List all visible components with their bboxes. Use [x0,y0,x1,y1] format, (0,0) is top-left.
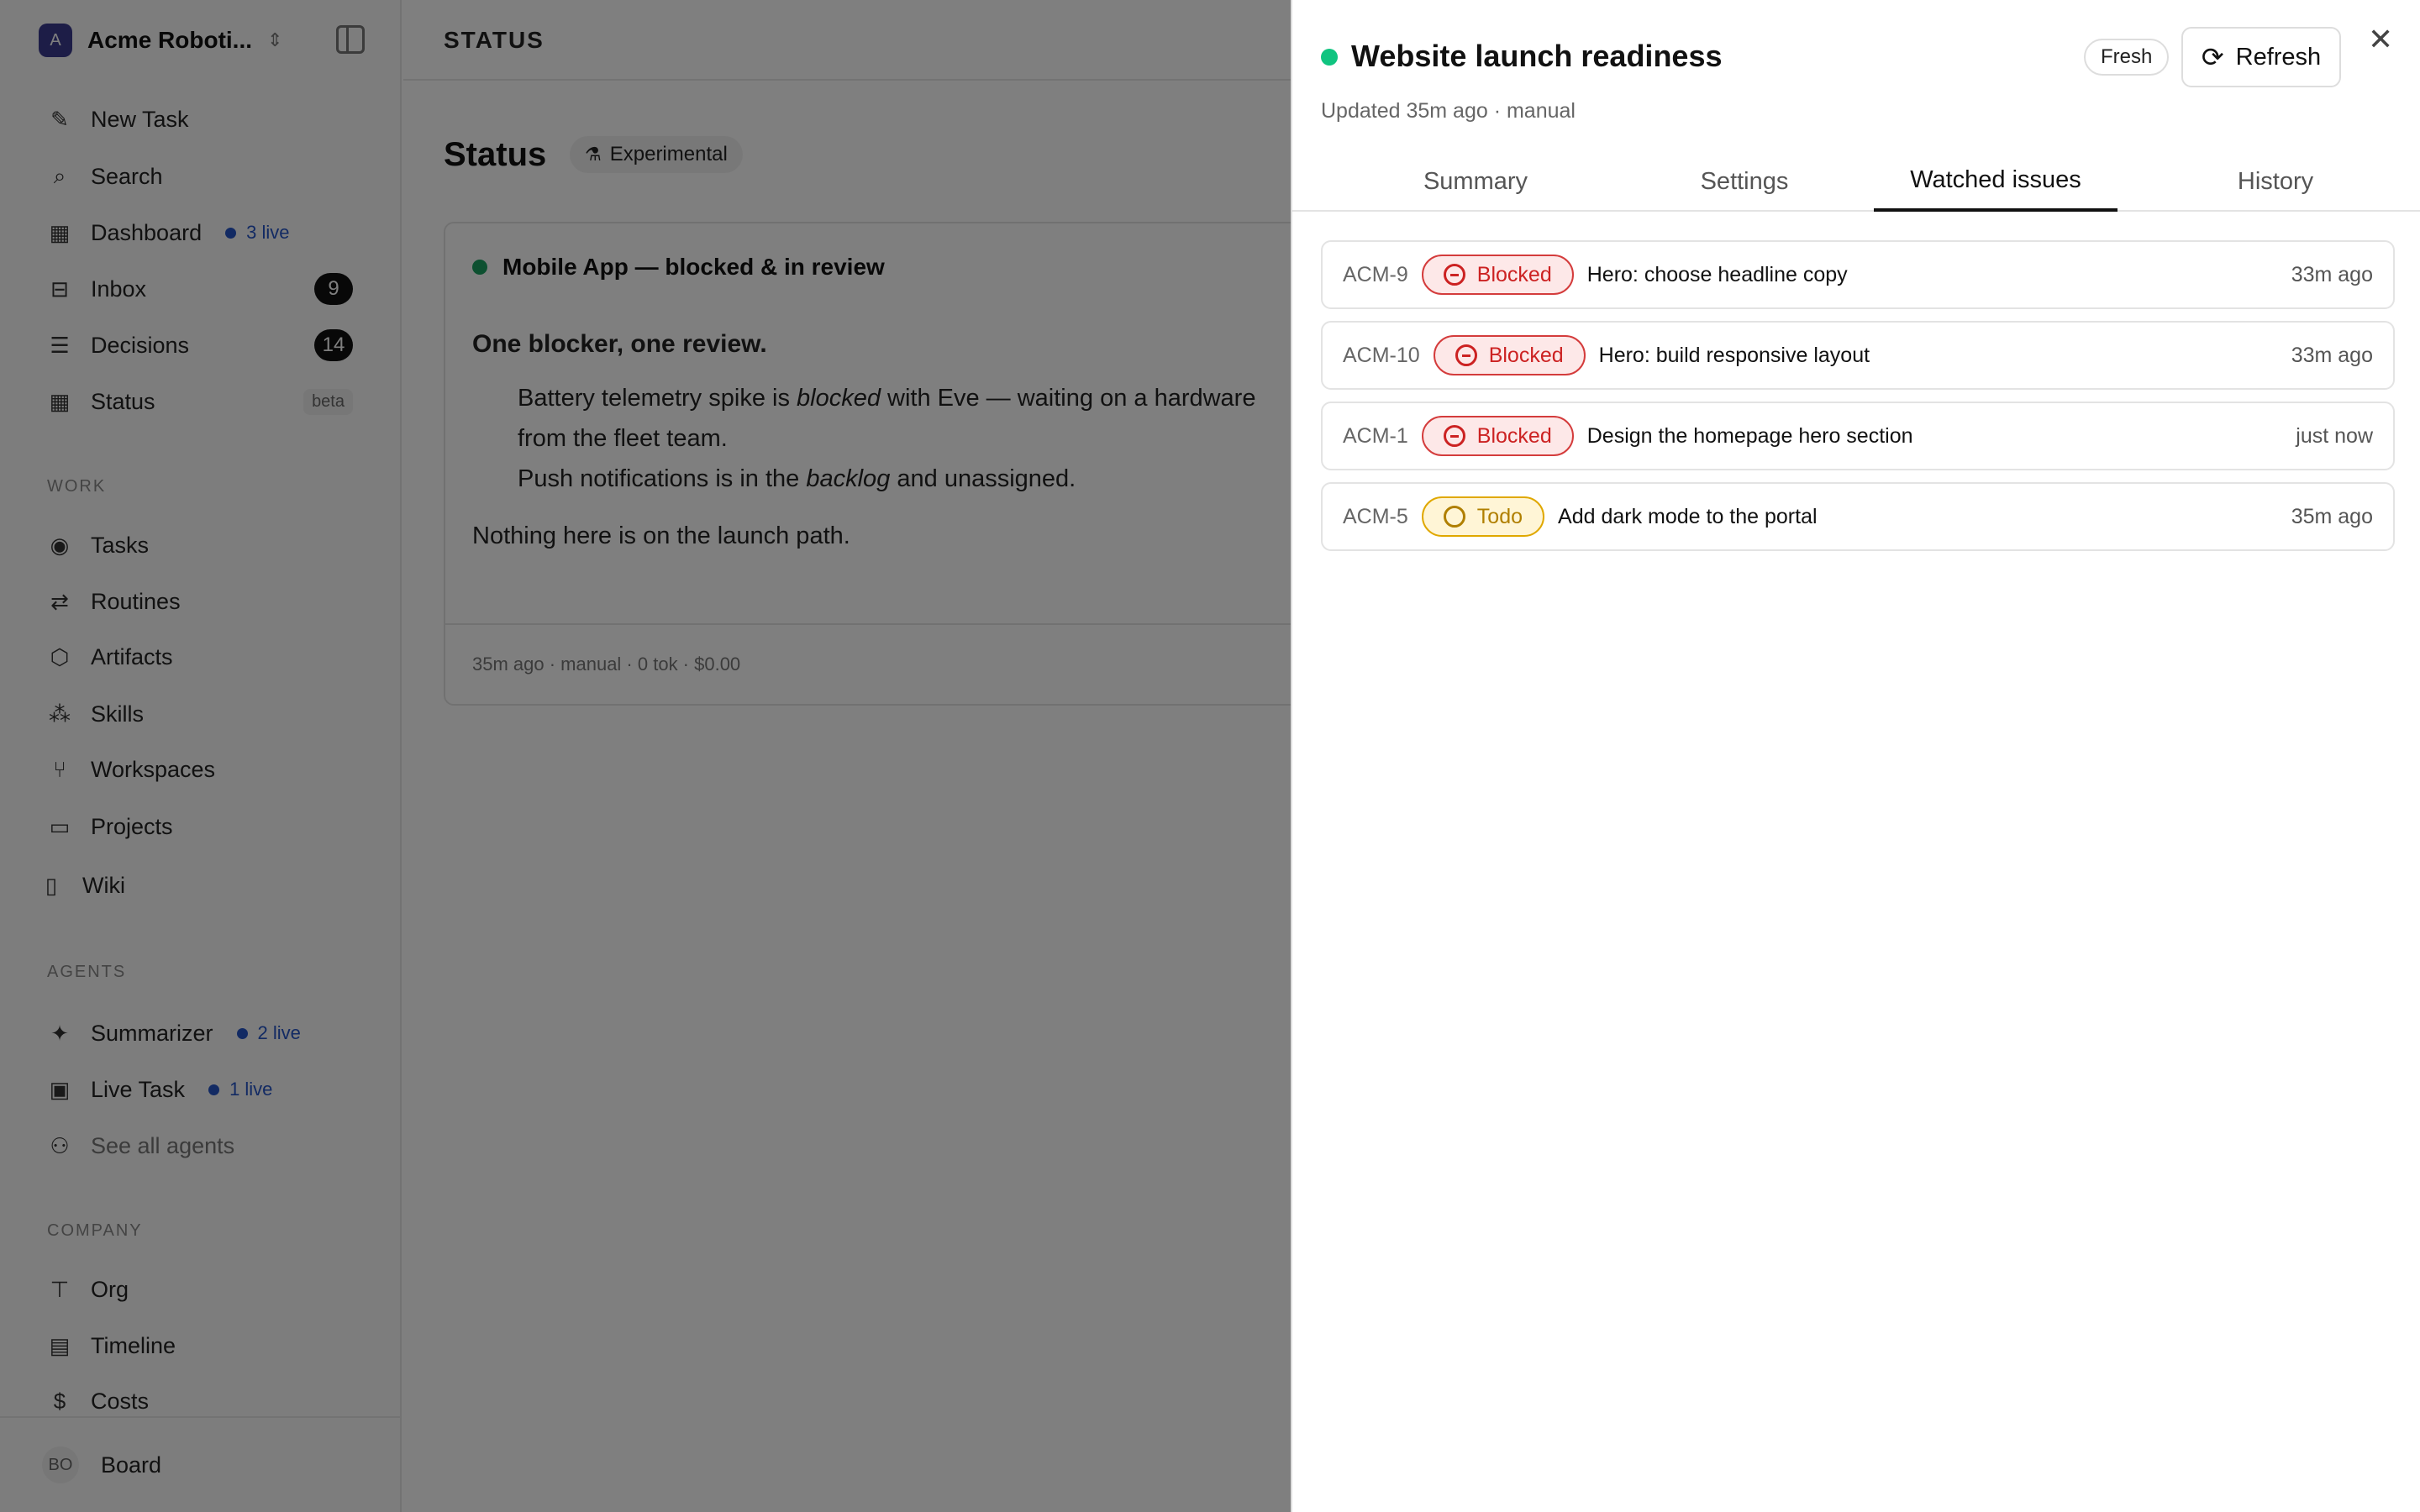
drawer-tabs: Summary Settings Watched issues History [1292,151,2420,212]
issue-row[interactable]: ACM-9 Blocked Hero: choose headline copy… [1321,240,2395,309]
status-badge: Blocked [1421,255,1574,295]
issue-row[interactable]: ACM-1 Blocked Design the homepage hero s… [1321,402,2395,470]
fresh-badge: Fresh [2084,39,2170,76]
blocked-icon [1443,264,1465,286]
blocked-icon [1443,425,1465,447]
issue-title: Hero: build responsive layout [1598,343,1870,367]
issue-id: ACM-1 [1343,423,1408,448]
issue-id: ACM-5 [1343,504,1408,528]
tab-watched-issues[interactable]: Watched issues [1874,151,2118,212]
issue-id: ACM-9 [1343,262,1408,286]
todo-circle-icon [1443,506,1465,528]
blocked-icon [1455,344,1477,366]
issue-time: 33m ago [2291,343,2373,367]
issue-time: 35m ago [2291,504,2373,528]
status-label: Blocked [1488,343,1564,367]
drawer-title: Website launch readiness [1351,39,1723,73]
tab-settings[interactable]: Settings [1620,151,1869,212]
status-label: Blocked [1476,423,1552,448]
refresh-icon: ⟳ [2201,42,2224,72]
issue-title: Add dark mode to the portal [1558,504,1818,528]
issue-row[interactable]: ACM-5 Todo Add dark mode to the portal 3… [1321,482,2395,551]
close-icon[interactable]: ✕ [2368,22,2393,57]
refresh-label: Refresh [2235,43,2322,71]
status-badge: Blocked [1421,416,1574,456]
tab-summary[interactable]: Summary [1333,151,1618,212]
issue-time: just now [2296,423,2373,448]
status-badge: Blocked [1433,335,1586,375]
freshness-dot [1321,49,1338,66]
status-drawer: Website launch readiness Updated 35m ago… [1291,0,2420,1512]
issue-title: Design the homepage hero section [1586,423,1913,448]
drawer-subtitle: Updated 35m ago · manual [1321,99,1576,123]
issue-id: ACM-10 [1343,343,1420,367]
refresh-button[interactable]: ⟳ Refresh [2181,27,2341,87]
app-window: A Acme Roboti... ⇕ ✎ New Task ⌕ Search ▦… [0,0,2420,1512]
issue-time: 33m ago [2291,262,2373,286]
status-label: Todo [1476,504,1523,528]
watched-issues-list: ACM-9 Blocked Hero: choose headline copy… [1321,240,2395,563]
status-badge: Todo [1421,496,1545,537]
tab-history[interactable]: History [2133,151,2418,212]
status-label: Blocked [1476,262,1552,286]
issue-title: Hero: choose headline copy [1586,262,1848,286]
issue-row[interactable]: ACM-10 Blocked Hero: build responsive la… [1321,321,2395,390]
modal-backdrop[interactable] [0,0,1291,1512]
